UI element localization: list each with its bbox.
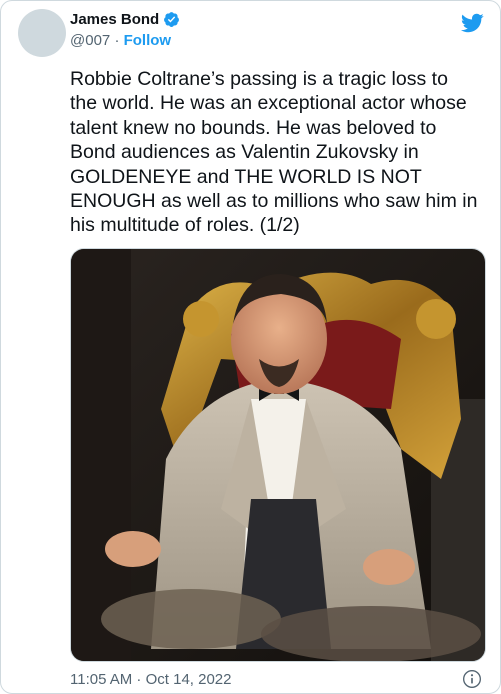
author-handle[interactable]: @007 — [70, 32, 110, 49]
verified-badge-icon — [164, 12, 180, 27]
twitter-bird-icon[interactable] — [460, 11, 484, 35]
author-handle-row: @007 · Follow — [70, 32, 171, 49]
follow-button[interactable]: Follow — [124, 32, 172, 49]
tweet-text: Robbie Coltrane’s passing is a tragic lo… — [70, 68, 478, 237]
author-name-row: James Bond — [70, 11, 180, 28]
info-icon[interactable] — [462, 669, 482, 689]
separator-dot: · — [114, 32, 120, 49]
tweet-timestamp[interactable]: 11:05 AM · Oct 14, 2022 — [70, 671, 231, 688]
photo-scene — [71, 249, 485, 661]
tweet-photo[interactable] — [70, 248, 486, 662]
author-display-name[interactable]: James Bond — [70, 11, 159, 28]
avatar[interactable] — [18, 9, 66, 57]
tweet-card: James Bond @007 · Follow Robbie Coltrane… — [0, 0, 501, 694]
